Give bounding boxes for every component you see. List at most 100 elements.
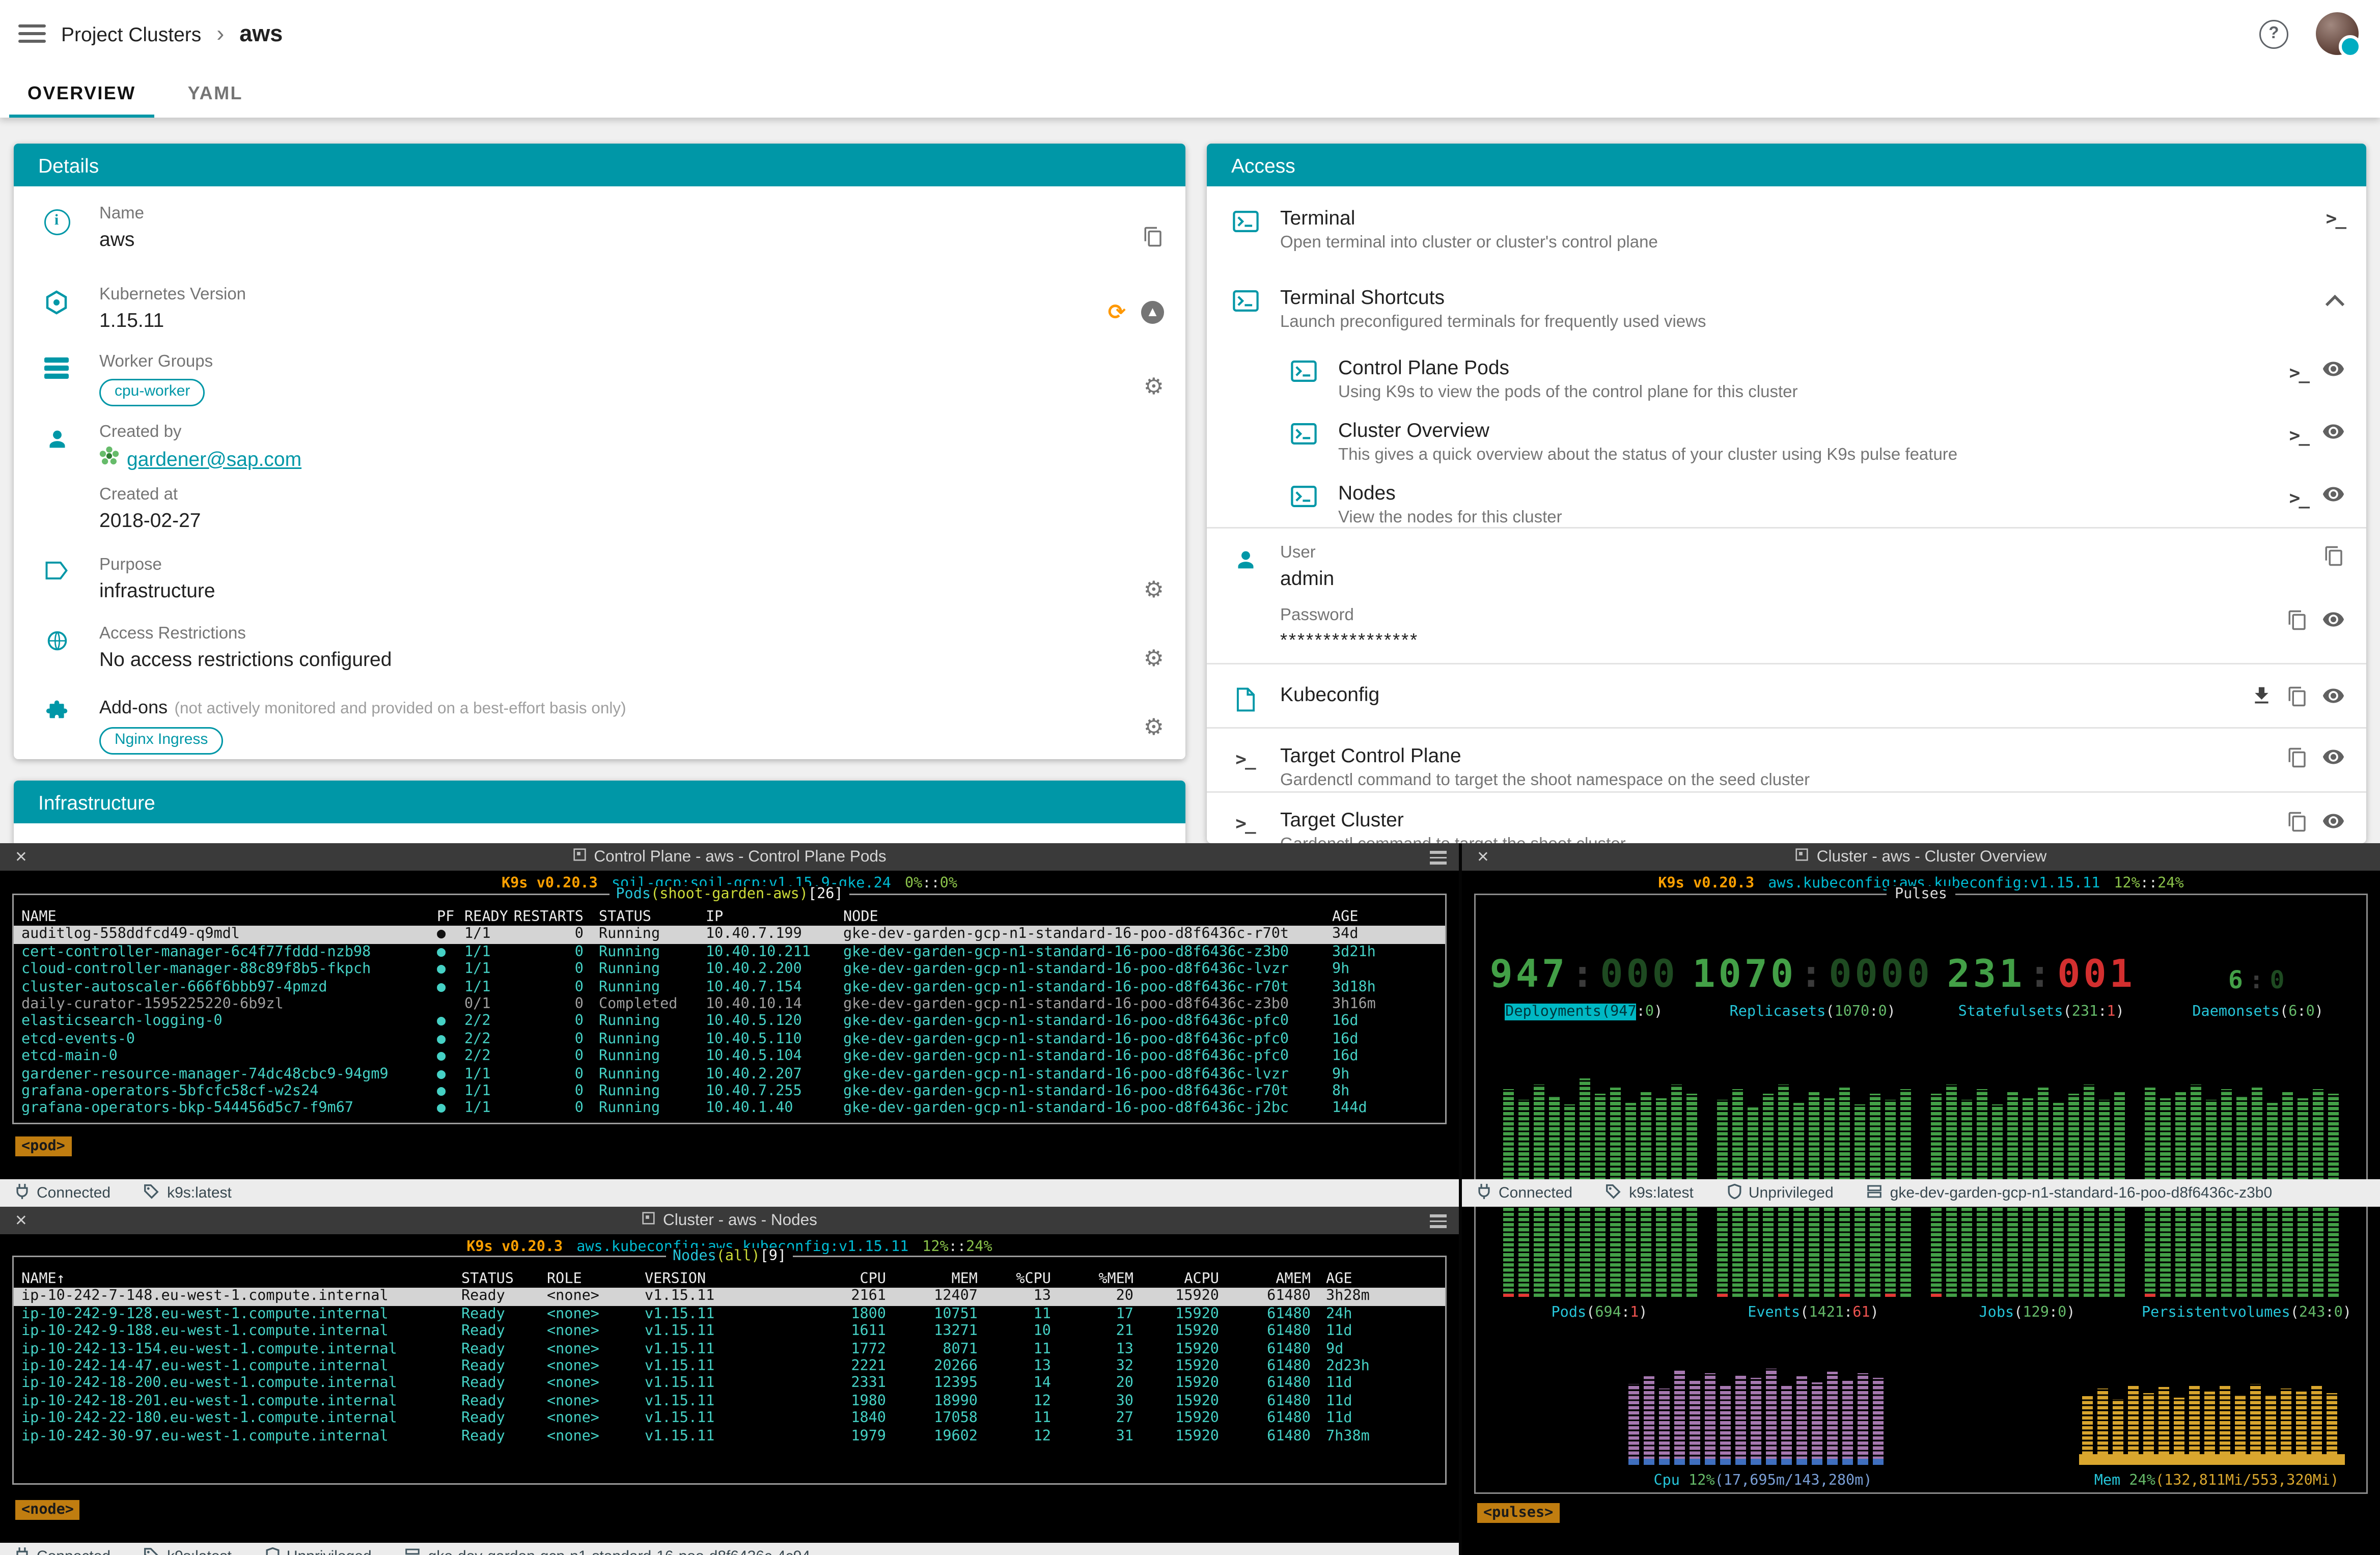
column-header[interactable]: STATUS <box>461 1271 547 1288</box>
table-row[interactable]: elasticsearch-logging-0●2/20Running10.40… <box>14 1013 1445 1031</box>
close-icon[interactable]: × <box>15 1207 27 1234</box>
eye-icon[interactable] <box>2322 608 2345 638</box>
pulse-display-replicasets[interactable]: 1070:0000Replicasets(1070:0) <box>1692 929 1933 1020</box>
terminal-shortcuts-row[interactable]: Terminal Shortcuts Launch preconfigured … <box>1207 266 2366 339</box>
column-header[interactable]: PF <box>437 909 464 926</box>
column-header[interactable]: NODE <box>843 909 1332 926</box>
table-row[interactable]: cert-controller-manager-6c4f77fddd-nzb98… <box>14 943 1445 961</box>
chevron-up-icon[interactable] <box>2325 287 2345 315</box>
copy-icon[interactable] <box>2287 746 2308 775</box>
copy-icon[interactable] <box>2287 609 2308 638</box>
table-cell: 61480 <box>1219 1428 1311 1445</box>
target-control-plane-subtitle: Gardenctl command to target the shoot na… <box>1280 773 1810 790</box>
details-row-name: i Name aws <box>14 186 1185 267</box>
open-terminal-button[interactable]: >_ <box>2326 208 2345 229</box>
column-header[interactable]: AGE <box>1332 909 1445 926</box>
column-header[interactable]: CPU <box>810 1271 886 1288</box>
pulse-display-deployments[interactable]: 947:000Deployments(947:0) <box>1476 929 1692 1020</box>
version-upgrade-icon[interactable]: ▲ <box>1141 301 1164 324</box>
launch-terminal-button[interactable]: >_ <box>2289 425 2308 446</box>
avatar[interactable] <box>2316 12 2359 55</box>
column-header[interactable]: AMEM <box>1219 1271 1311 1288</box>
close-icon[interactable]: × <box>15 843 27 871</box>
launch-terminal-button[interactable]: >_ <box>2289 487 2308 509</box>
password-value: **************** <box>1280 631 1419 651</box>
gear-icon[interactable]: ⚙ <box>1144 374 1164 399</box>
table-row[interactable]: cluster-autoscaler-666f6bbb97-4pmzd●1/10… <box>14 979 1445 996</box>
table-row[interactable]: ip-10-242-18-201.eu-west-1.compute.inter… <box>14 1393 1445 1410</box>
table-row[interactable]: ip-10-242-14-47.eu-west-1.compute.intern… <box>14 1358 1445 1375</box>
column-header[interactable]: READY <box>464 909 513 926</box>
pulse-bar <box>1751 1378 1761 1465</box>
column-header[interactable]: NAME↑ <box>21 1271 461 1288</box>
pulse-chart-mem[interactable]: Mem 24%(132,811Mi/553,320Mi) <box>2079 1334 2354 1489</box>
launch-terminal-button[interactable]: >_ <box>2289 362 2308 383</box>
gear-icon[interactable]: ⚙ <box>1144 646 1164 671</box>
table-cell: 13 <box>1051 1341 1133 1358</box>
table-cell: 30 <box>1051 1393 1133 1410</box>
table-cell: ip-10-242-9-128.eu-west-1.compute.intern… <box>21 1306 461 1323</box>
column-header[interactable]: %MEM <box>1051 1271 1133 1288</box>
column-header[interactable]: NAME <box>21 909 437 926</box>
column-header[interactable]: MEM <box>886 1271 978 1288</box>
table-row[interactable]: ip-10-242-22-180.eu-west-1.compute.inter… <box>14 1410 1445 1428</box>
gear-icon[interactable]: ⚙ <box>1144 715 1164 739</box>
close-icon[interactable]: × <box>1477 843 1489 871</box>
table-row[interactable]: ip-10-242-18-200.eu-west-1.compute.inter… <box>14 1375 1445 1393</box>
column-header[interactable]: ACPU <box>1133 1271 1219 1288</box>
eye-icon[interactable] <box>2322 420 2345 451</box>
table-row[interactable]: ip-10-242-13-154.eu-west-1.compute.inter… <box>14 1341 1445 1358</box>
column-header[interactable]: RESTARTS <box>513 909 599 926</box>
table-cell: 1840 <box>810 1410 886 1428</box>
table-row[interactable]: grafana-operators-5bfcfc58cf-w2s24●1/10R… <box>14 1083 1445 1100</box>
pulse-bar <box>2220 1386 2230 1465</box>
gear-icon[interactable]: ⚙ <box>1144 577 1164 602</box>
table-row[interactable]: daily-curator-1595225220-6b9zl0/10Comple… <box>14 996 1445 1013</box>
copy-icon[interactable] <box>1143 226 1164 255</box>
worker-group-chip[interactable]: cpu-worker <box>99 379 205 406</box>
copy-icon[interactable] <box>2287 685 2308 714</box>
pulse-bar <box>1812 1382 1822 1465</box>
table-row[interactable]: ip-10-242-7-148.eu-west-1.compute.intern… <box>14 1288 1445 1306</box>
breadcrumb[interactable]: Project Clusters <box>61 22 201 45</box>
tab-yaml[interactable]: YAML <box>163 67 267 118</box>
column-header[interactable]: %CPU <box>978 1271 1051 1288</box>
table-row[interactable]: ip-10-242-9-128.eu-west-1.compute.intern… <box>14 1306 1445 1323</box>
download-icon[interactable] <box>2250 684 2273 715</box>
pulse-display-daemonsets[interactable]: 6:0Daemonsets(6:0) <box>2149 929 2366 1020</box>
eye-icon[interactable] <box>2322 357 2345 388</box>
eye-icon[interactable] <box>2322 745 2345 776</box>
help-icon[interactable]: ? <box>2259 19 2288 48</box>
table-row[interactable]: auditlog-558ddfcd49-q9mdl●1/10Running10.… <box>14 926 1445 943</box>
column-header[interactable]: VERSION <box>645 1271 810 1288</box>
table-row[interactable]: etcd-main-0●2/20Running10.40.5.104gke-de… <box>14 1048 1445 1066</box>
column-header[interactable]: STATUS <box>599 909 706 926</box>
pulse-chart-cpu[interactable]: Cpu 12%(17,695m/143,280m) <box>1625 1334 1900 1489</box>
table-row[interactable]: cloud-controller-manager-88c89f8b5-fkpch… <box>14 961 1445 979</box>
addon-chip[interactable]: Nginx Ingress <box>99 727 223 755</box>
eye-icon[interactable] <box>2322 684 2345 715</box>
table-row[interactable]: grafana-operators-bkp-544456d5c7-f9m67●1… <box>14 1100 1445 1118</box>
eye-icon[interactable] <box>2322 810 2345 840</box>
table-cell: etcd-main-0 <box>21 1048 437 1066</box>
table-row[interactable]: ip-10-242-30-97.eu-west-1.compute.intern… <box>14 1428 1445 1445</box>
created-by-link[interactable]: gardener@sap.com <box>99 446 301 472</box>
menu-icon[interactable] <box>1430 1214 1447 1228</box>
menu-icon[interactable] <box>1430 851 1447 864</box>
tab-overview[interactable]: OVERVIEW <box>3 67 160 118</box>
hamburger-menu-icon[interactable] <box>18 24 46 43</box>
table-row[interactable]: etcd-events-0●2/20Running10.40.5.110gke-… <box>14 1031 1445 1048</box>
column-header[interactable]: IP <box>706 909 843 926</box>
table-cell: 9d <box>1311 1341 1445 1358</box>
copy-icon[interactable] <box>2323 545 2345 574</box>
update-available-icon[interactable]: ⟳ <box>1108 301 1126 325</box>
table-row[interactable]: gardener-resource-manager-74dc48cbc9-94g… <box>14 1066 1445 1083</box>
details-row-access-restrictions: Access Restrictions No access restrictio… <box>14 606 1185 675</box>
column-header[interactable]: ROLE <box>547 1271 645 1288</box>
table-cell: gke-dev-garden-gcp-n1-standard-16-poo-d8… <box>843 1083 1332 1100</box>
column-header[interactable]: AGE <box>1311 1271 1445 1288</box>
pulse-display-statefulsets[interactable]: 231:001Statefulsets(231:1) <box>1933 929 2149 1020</box>
table-row[interactable]: ip-10-242-9-188.eu-west-1.compute.intern… <box>14 1323 1445 1341</box>
eye-icon[interactable] <box>2322 483 2345 513</box>
copy-icon[interactable] <box>2287 811 2308 840</box>
